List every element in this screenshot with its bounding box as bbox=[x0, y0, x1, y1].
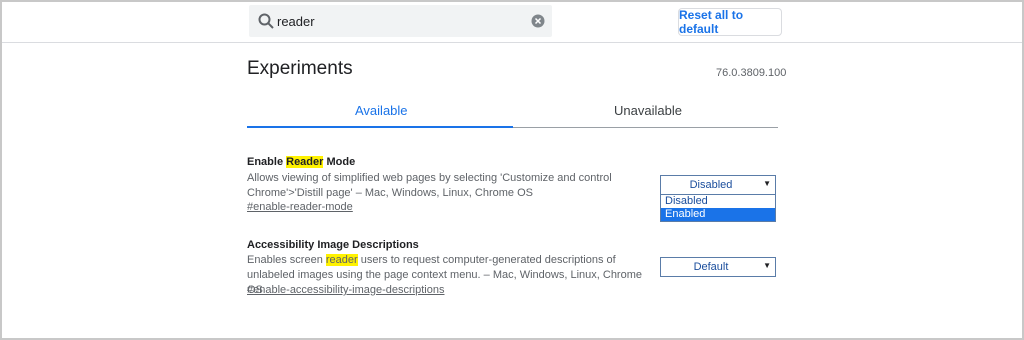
select-value: Disabled bbox=[689, 179, 733, 191]
select-value: Default bbox=[693, 261, 729, 273]
tab-unavailable[interactable]: Unavailable bbox=[614, 103, 682, 118]
experiment-select[interactable]: Default ▼ bbox=[660, 257, 776, 277]
option-disabled[interactable]: Disabled bbox=[661, 195, 775, 208]
experiment-title-text: Mode bbox=[323, 156, 356, 168]
experiment-title: Enable Reader Mode bbox=[247, 156, 355, 168]
experiment-link[interactable]: #enable-accessibility-image-descriptions bbox=[247, 284, 444, 296]
experiment-link[interactable]: #enable-reader-mode bbox=[247, 201, 353, 213]
experiment-description: Allows viewing of simplified web pages b… bbox=[247, 172, 612, 199]
tab-active-indicator bbox=[247, 126, 513, 128]
chevron-down-icon: ▼ bbox=[763, 261, 771, 270]
header-bar: reader Reset all to default bbox=[2, 2, 1022, 43]
reset-all-button[interactable]: Reset all to default bbox=[678, 8, 782, 36]
search-match-highlight: Reader bbox=[286, 156, 324, 168]
experiment-select[interactable]: Disabled ▼ bbox=[660, 175, 776, 195]
version-label: 76.0.3809.100 bbox=[716, 67, 787, 79]
option-enabled[interactable]: Enabled bbox=[661, 208, 775, 221]
search-box[interactable]: reader bbox=[249, 5, 552, 37]
page-title: Experiments bbox=[247, 58, 353, 79]
experiment-description-text: Enables screen bbox=[247, 254, 326, 266]
clear-icon[interactable] bbox=[531, 14, 545, 28]
experiment-title: Accessibility Image Descriptions bbox=[247, 239, 419, 251]
select-dropdown-list[interactable]: Disabled Enabled bbox=[660, 194, 776, 222]
tab-available[interactable]: Available bbox=[355, 103, 408, 118]
experiment-title-text: Enable bbox=[247, 156, 287, 168]
chevron-down-icon: ▼ bbox=[763, 179, 771, 188]
search-input[interactable]: reader bbox=[277, 14, 315, 29]
search-icon bbox=[258, 13, 274, 29]
search-match-highlight: reader bbox=[325, 254, 358, 266]
